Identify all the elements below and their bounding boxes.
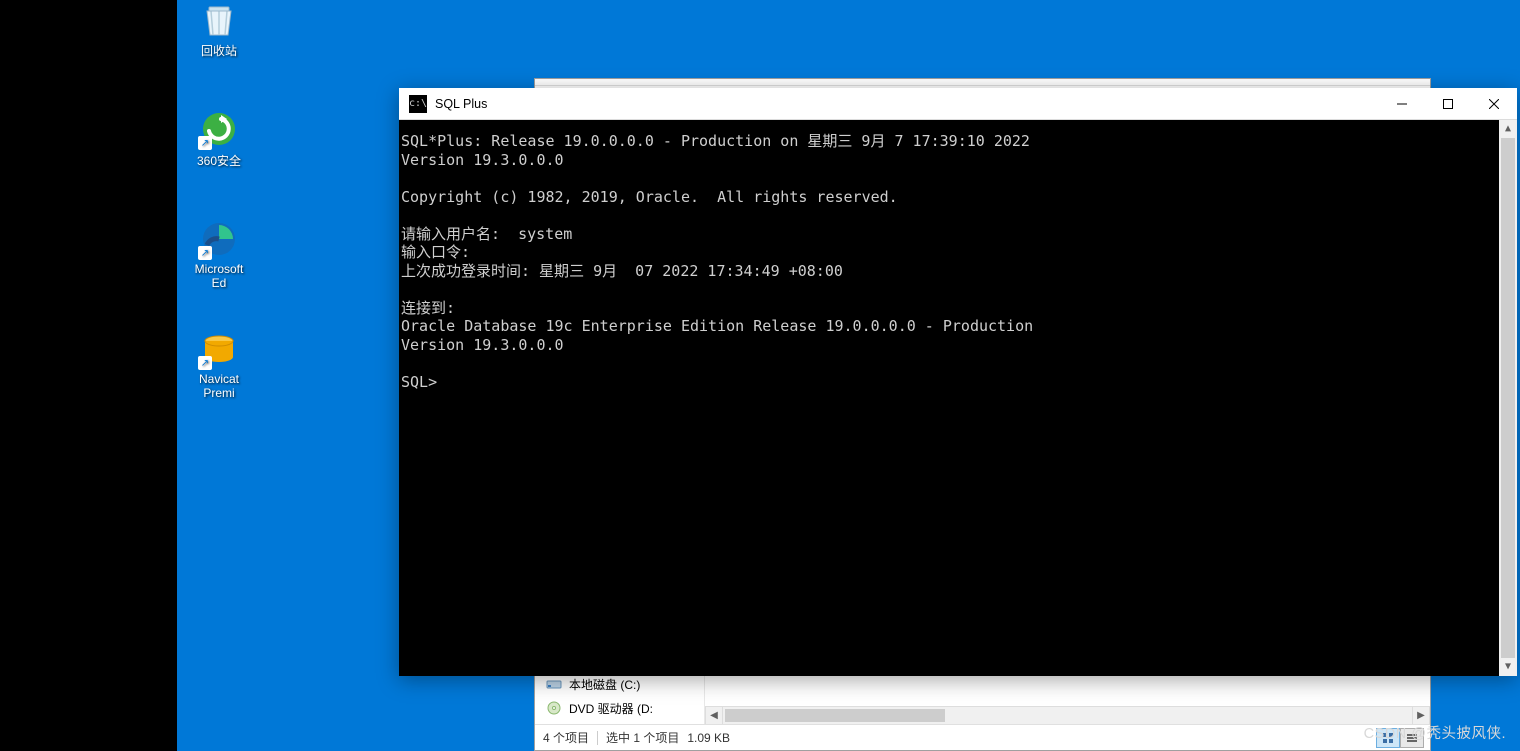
scroll-left-icon[interactable]: ◀: [705, 707, 723, 724]
disc-icon: [545, 699, 563, 717]
explorer-titlebar[interactable]: [535, 79, 1430, 86]
scrollbar-track[interactable]: [723, 707, 1412, 724]
edge-icon: ↗: [198, 218, 240, 260]
terminal-vscrollbar[interactable]: ▲ ▼: [1499, 120, 1517, 676]
scroll-down-icon[interactable]: ▼: [1499, 658, 1517, 676]
scroll-up-icon[interactable]: ▲: [1499, 120, 1517, 138]
explorer-content-area[interactable]: ◀ ▶: [705, 680, 1430, 724]
terminal-text: SQL*Plus: Release 19.0.0.0.0 - Productio…: [401, 132, 1515, 391]
desktop-background: 回收站 ↗ 360安全 ↗ Microsoft Ed: [177, 0, 1520, 751]
recycle-bin-icon: [198, 0, 240, 40]
titlebar[interactable]: c:\ SQL Plus: [399, 88, 1517, 120]
navicat-icon: ↗: [198, 328, 240, 370]
desktop-icon-navicat[interactable]: ↗ Navicat Premi: [189, 328, 249, 400]
shortcut-badge-icon: ↗: [198, 356, 212, 370]
desktop-icon-label: 360安全: [189, 152, 249, 169]
explorer-statusbar: 4 个项目 选中 1 个项目 1.09 KB: [535, 724, 1430, 750]
scrollbar-track[interactable]: [1499, 138, 1517, 658]
desktop-icon-label: 回收站: [189, 42, 249, 59]
desktop-icon-edge[interactable]: ↗ Microsoft Ed: [189, 218, 249, 290]
status-divider: [597, 731, 598, 745]
watermark: CSDN @秃头披风侠.: [1364, 722, 1506, 743]
sqlplus-window[interactable]: c:\ SQL Plus SQL*Plus: Release 19.0.0.0.…: [399, 88, 1517, 676]
drive-icon: [545, 675, 563, 693]
minimize-button[interactable]: [1379, 88, 1425, 119]
scrollbar-thumb[interactable]: [1501, 138, 1515, 658]
sidebar-item-label: DVD 驱动器 (D:: [569, 700, 653, 717]
window-controls: [1379, 88, 1517, 119]
maximize-button[interactable]: [1425, 88, 1471, 119]
shield-360-icon: ↗: [198, 108, 240, 150]
desktop-icon-360[interactable]: ↗ 360安全: [189, 108, 249, 169]
sidebar-item-label: 本地磁盘 (C:): [569, 676, 640, 693]
shortcut-badge-icon: ↗: [198, 136, 212, 150]
explorer-sidebar-tree: 本地磁盘 (C:) DVD 驱动器 (D:: [535, 668, 705, 724]
shortcut-badge-icon: ↗: [198, 246, 212, 260]
status-size: 1.09 KB: [687, 731, 730, 745]
status-item-count: 4 个项目: [543, 729, 589, 746]
sidebar-item-dvd[interactable]: DVD 驱动器 (D:: [535, 696, 704, 720]
terminal-output[interactable]: SQL*Plus: Release 19.0.0.0.0 - Productio…: [399, 120, 1517, 676]
desktop-icon-recycle-bin[interactable]: 回收站: [189, 0, 249, 59]
explorer-hscrollbar[interactable]: ◀ ▶: [705, 706, 1430, 724]
status-selected: 选中 1 个项目: [606, 729, 679, 746]
window-title: SQL Plus: [435, 97, 1379, 111]
terminal-app-icon: c:\: [409, 95, 427, 113]
desktop-icon-label: Microsoft Ed: [189, 262, 249, 290]
desktop-icon-label: Navicat Premi: [189, 372, 249, 400]
close-button[interactable]: [1471, 88, 1517, 119]
scrollbar-thumb[interactable]: [725, 709, 945, 722]
